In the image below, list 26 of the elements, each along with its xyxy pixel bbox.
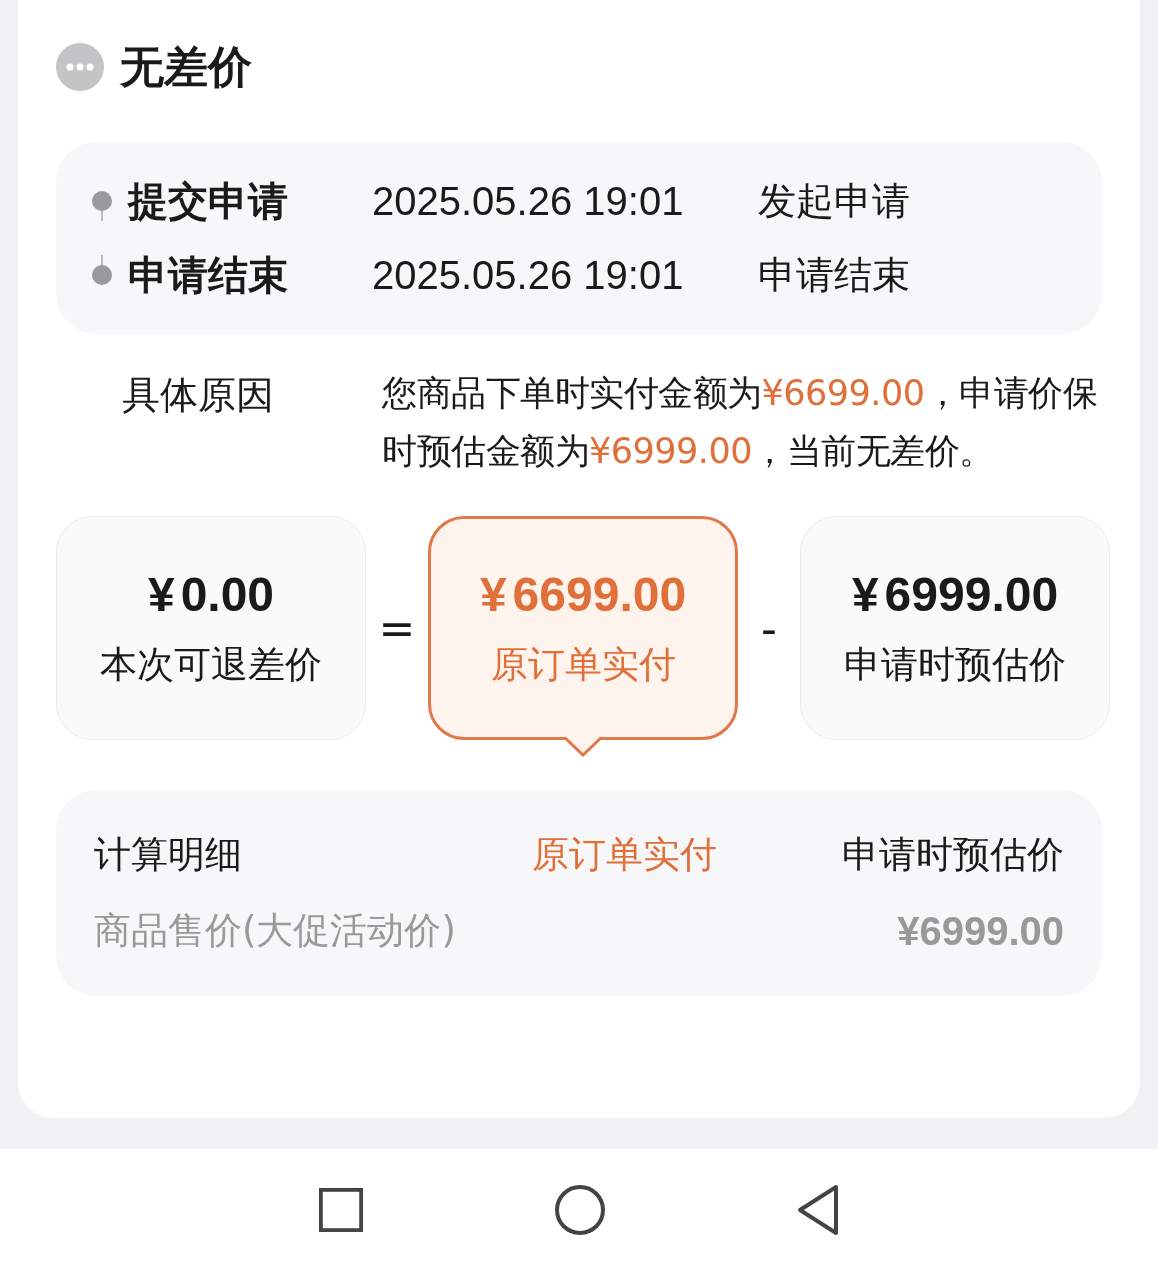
timeline-label: 申请结束 [128, 250, 289, 300]
timeline-label: 提交申请 [128, 176, 289, 226]
column-header: 原订单实付 [530, 832, 718, 878]
home-icon[interactable] [554, 1184, 606, 1236]
item-price: ¥6999.00 [896, 908, 1064, 954]
back-icon[interactable] [796, 1184, 840, 1236]
price-amount: ¥0.00 [147, 566, 275, 622]
price-amount: ¥6999.00 [851, 566, 1059, 622]
item-name: 商品售价(大促活动价) [94, 908, 457, 954]
status-title: 无差价 [120, 39, 252, 94]
operator-sign: = [377, 602, 417, 654]
timeline-status: 发起申请 [758, 177, 910, 225]
recent-apps-icon[interactable] [318, 1187, 364, 1233]
details-title: 计算明细 [94, 832, 243, 878]
price-label: 原订单实付 [490, 641, 676, 688]
price-label: 本次可退差价 [100, 641, 322, 688]
price-label: 申请时预估价 [844, 641, 1066, 688]
reason-label: 具体原因 [122, 372, 275, 419]
more-icon [56, 43, 104, 91]
reason-text: 您商品下单时实付金额为¥6699.00，申请价保时预估金额为¥6999.00，当前无差价。 [382, 372, 1098, 473]
operator-sign: - [760, 602, 778, 654]
timeline-time: 2025.05.26 19:01 [372, 252, 685, 298]
timeline-status: 申请结束 [758, 251, 910, 299]
price-amount: ¥6699.00 [479, 566, 687, 622]
timeline-time: 2025.05.26 19:01 [372, 178, 685, 224]
column-header: 申请时预估价 [841, 832, 1064, 878]
